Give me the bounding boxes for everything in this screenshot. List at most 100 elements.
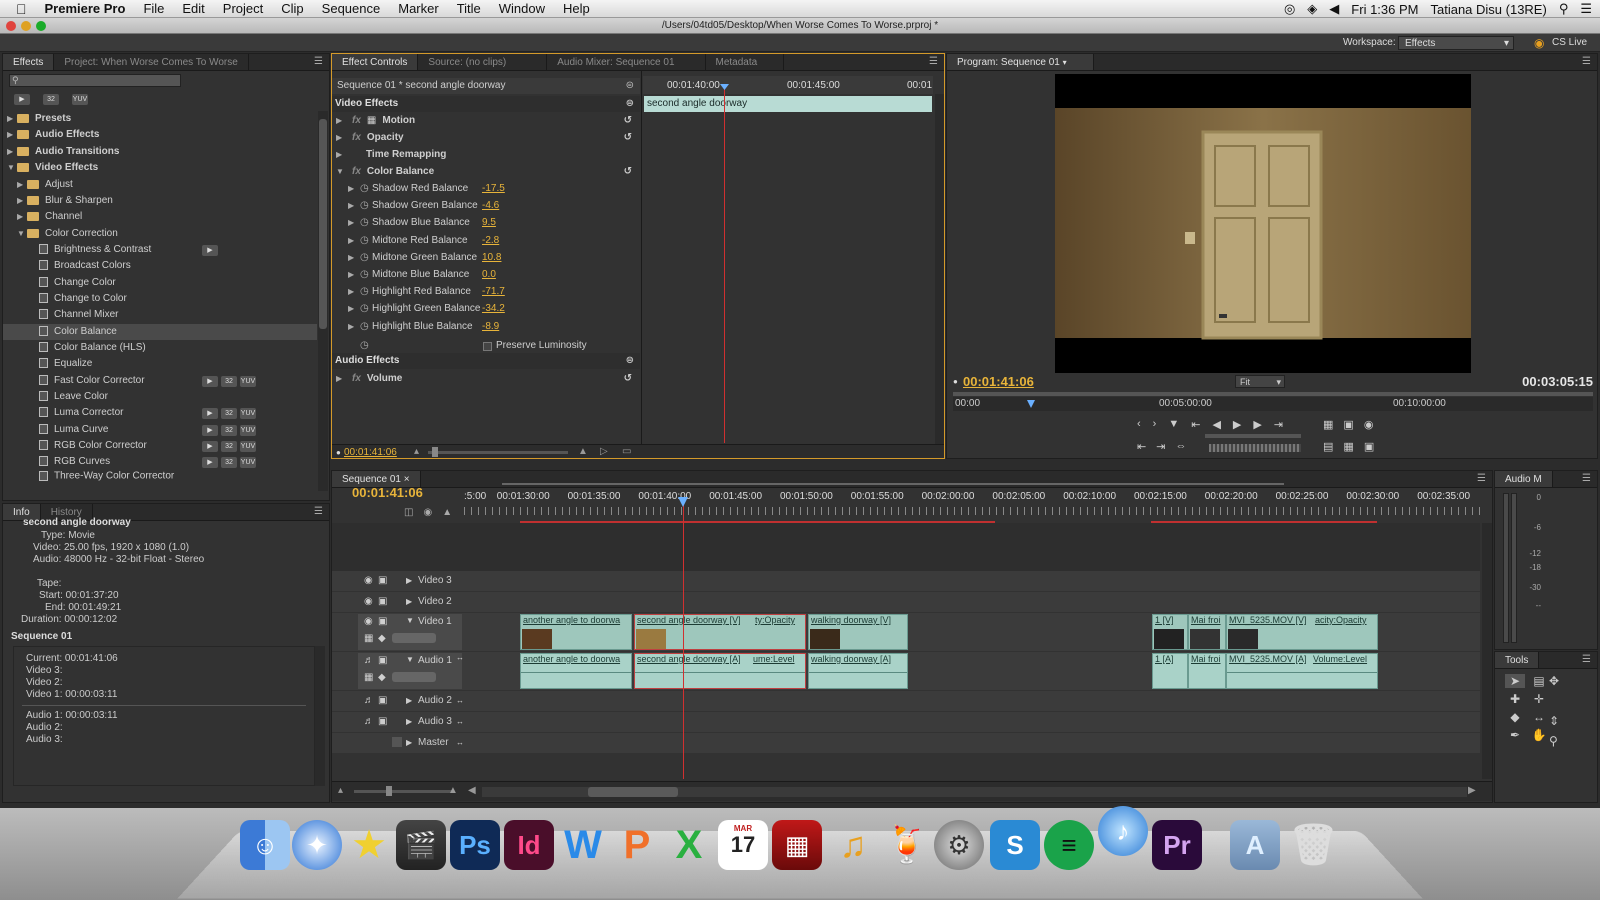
apple-icon[interactable]: 	[0, 1, 36, 17]
param-row[interactable]: ▶ ◷ Highlight Blue Balance -8.9	[332, 319, 640, 335]
effect-item[interactable]: Fast Color Corrector ▶ 32 YUV	[3, 373, 317, 389]
zoom-tool-icon[interactable]: ⚲	[1549, 734, 1558, 748]
fx-icon[interactable]: fx	[352, 132, 361, 143]
s-app-icon[interactable]: S	[990, 820, 1040, 870]
spotlight-icon[interactable]: ⚲	[1559, 1, 1569, 17]
tab-audio-mixer[interactable]: Audio Mixer: Sequence 01	[547, 54, 706, 70]
safari-icon[interactable]: ✦	[292, 820, 342, 870]
track-audio-2[interactable]: ♬ ▣ ▶ Audio 2 ↔	[332, 691, 1480, 711]
mark-out-icon[interactable]: ›	[1153, 418, 1157, 431]
effect-item[interactable]: Three-Way Color Corrector	[3, 471, 317, 481]
effect-item[interactable]: Channel Mixer	[3, 307, 317, 323]
effect-item[interactable]: RGB Color Corrector ▶ 32 YUV	[3, 438, 317, 454]
effect-time-remapping[interactable]: ▶ Time Remapping	[332, 147, 640, 163]
param-row[interactable]: ▶ ◷ Midtone Red Balance -2.8	[332, 233, 640, 249]
calendar-icon[interactable]: MAR 17	[718, 820, 768, 870]
itunes-icon[interactable]: ♪	[1098, 806, 1148, 856]
effect-color-balance[interactable]: ▼ fx Color Balance ↺	[332, 164, 640, 180]
imovie-icon[interactable]: ★	[344, 820, 394, 870]
effects-scrollbar[interactable]	[318, 111, 328, 491]
volume-icon[interactable]: ◀	[1329, 1, 1339, 17]
go-to-in-icon[interactable]: ⇤	[1191, 418, 1200, 431]
track-video-3[interactable]: ◉ ▣ ▶ Video 3	[332, 571, 1480, 591]
ec-time-ruler[interactable]: 00:01:40:00 00:01:45:00 00:01	[643, 76, 933, 94]
expand-icon[interactable]: ▶	[348, 215, 354, 231]
effect-item[interactable]: Luma Curve ▶ 32 YUV	[3, 422, 317, 438]
scroll-right-icon[interactable]: ▶	[1468, 785, 1476, 796]
stopwatch-icon[interactable]: ◷	[360, 198, 369, 214]
stopwatch-icon[interactable]: ◷	[360, 215, 369, 231]
param-value[interactable]: -17.5	[482, 181, 505, 197]
master-target-box[interactable]	[392, 737, 402, 747]
menu-marker[interactable]: Marker	[389, 1, 447, 16]
tab-project[interactable]: Project: When Worse Comes To Worse	[54, 54, 249, 70]
clip-second-angle-audio[interactable]: second angle doorway [A] ume:Level	[634, 653, 806, 689]
tab-metadata[interactable]: Metadata	[706, 54, 785, 70]
zoom-window-button[interactable]	[36, 21, 46, 31]
folder-color-correction[interactable]: ▼ Color Correction	[3, 226, 317, 242]
menu-title[interactable]: Title	[448, 1, 490, 16]
step-forward-icon[interactable]: ▶	[1253, 418, 1261, 431]
display-style-icon[interactable]: ▦	[364, 633, 373, 644]
32bit-filter-button[interactable]: 32	[43, 94, 59, 105]
export-frame-icon[interactable]: ◉	[1364, 418, 1374, 431]
effects-search-input[interactable]: ⚲	[9, 74, 181, 87]
param-row[interactable]: ▶ ◷ Shadow Green Balance -4.6	[332, 198, 640, 214]
clip-mvi5235-video[interactable]: MVI_5235.MOV [V] acity:Opacity	[1226, 614, 1378, 650]
effect-item-selected[interactable]: Color Balance	[3, 324, 317, 340]
close-window-button[interactable]	[6, 21, 16, 31]
lift-icon[interactable]: ▦	[1323, 418, 1333, 431]
clip-mvi5235-audio[interactable]: MVI_5235.MOV [A] Volume:Level	[1226, 653, 1378, 689]
photoshop-icon[interactable]: Ps	[450, 820, 500, 870]
output-icon[interactable]: ▣	[1364, 440, 1374, 453]
lock-icon[interactable]: ▣	[378, 712, 387, 732]
clip-opacity-label[interactable]: acity:Opacity	[1315, 615, 1367, 625]
param-value[interactable]: 0.0	[482, 267, 496, 283]
garageband-icon[interactable]: ♫	[828, 820, 878, 870]
go-to-out-icon[interactable]: ⇥	[1274, 418, 1283, 431]
param-row[interactable]: ▶ ◷ Highlight Green Balance -34.2	[332, 301, 640, 317]
effect-motion[interactable]: ▶ fx ▦ Motion ↺	[332, 113, 640, 129]
panel-menu-icon[interactable]: ☰	[1582, 56, 1591, 67]
param-row[interactable]: ▶ ◷ Midtone Blue Balance 0.0	[332, 267, 640, 283]
expand-icon[interactable]: ▶	[348, 267, 354, 283]
wifi-icon[interactable]: ◈	[1307, 1, 1317, 17]
notification-icon[interactable]: ☰	[1580, 1, 1592, 17]
yuv-filter-button[interactable]: YUV	[72, 94, 88, 105]
panel-menu-icon[interactable]: ☰	[1582, 654, 1591, 665]
toggle-loop-icon[interactable]: ▭	[622, 446, 631, 457]
track-select-tool-icon[interactable]: ▤	[1529, 674, 1549, 688]
clip-mai-audio[interactable]: Mai froi	[1188, 653, 1226, 689]
keyframe-nav[interactable]	[392, 672, 436, 682]
track-video-2[interactable]: ◉ ▣ ▶ Video 2	[332, 592, 1480, 612]
workspace-select[interactable]: Effects ▾	[1398, 36, 1514, 50]
effect-item[interactable]: Change to Color	[3, 291, 317, 307]
keyframe-icon[interactable]: ◆	[378, 633, 386, 644]
hand-tool-icon[interactable]: ✋	[1529, 728, 1549, 742]
work-area-bar[interactable]	[502, 483, 1284, 489]
play-audio-icon[interactable]: ▷	[600, 446, 608, 457]
menu-sequence[interactable]: Sequence	[313, 1, 390, 16]
powerpoint-icon[interactable]: P	[612, 820, 662, 870]
track-audio-3[interactable]: ♬ ▣ ▶ Audio 3 ↔	[332, 712, 1480, 732]
ec-timecode[interactable]: 00:01:41:06	[344, 447, 397, 458]
volume-line[interactable]	[521, 672, 631, 673]
trash-icon[interactable]: 🗑	[1288, 820, 1339, 870]
expand-icon[interactable]: ▶	[406, 712, 412, 732]
effect-volume[interactable]: ▶ fx Volume ↺	[332, 371, 640, 387]
param-row[interactable]: ▶ ◷ Midtone Green Balance 10.8	[332, 250, 640, 266]
reset-icon[interactable]: ↺	[624, 164, 632, 180]
lock-icon[interactable]: ▣	[378, 571, 387, 591]
expand-icon[interactable]: ▶	[406, 571, 412, 591]
loop-icon[interactable]: ⇥	[1156, 440, 1165, 453]
info-scrollbar[interactable]	[315, 646, 325, 786]
fx-icon[interactable]: fx	[352, 166, 361, 177]
speaker-icon[interactable]: ♬	[364, 691, 374, 711]
lock-icon[interactable]: ▣	[378, 616, 387, 627]
program-video-frame[interactable]	[1055, 74, 1471, 373]
effect-opacity[interactable]: ▶ fx Opacity ↺	[332, 130, 640, 146]
timeline-zoom-slider[interactable]	[354, 790, 454, 793]
folder-audio-effects[interactable]: ▶ Audio Effects	[3, 127, 317, 143]
panel-menu-icon[interactable]: ☰	[314, 506, 323, 517]
selection-tool-icon[interactable]: ➤	[1505, 674, 1525, 688]
